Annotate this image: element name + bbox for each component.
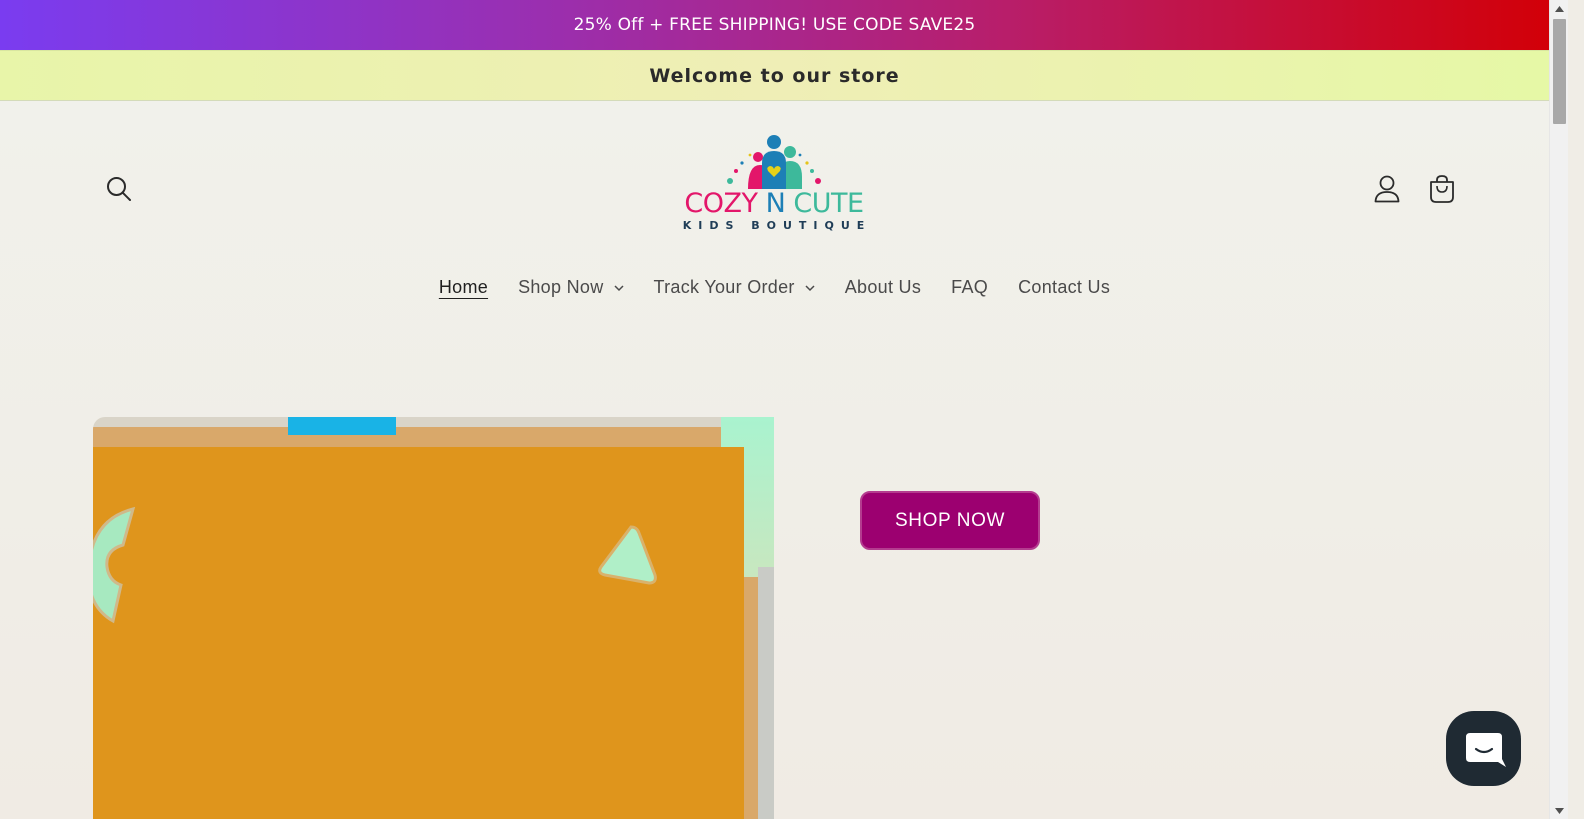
shopping-bag-icon xyxy=(1430,175,1454,203)
logo-subtitle: KIDS BOUTIQUE xyxy=(682,219,872,232)
nav-item-faq[interactable]: FAQ xyxy=(936,277,1003,298)
promo-bar[interactable]: 25% Off + FREE SHIPPING! USE CODE SAVE25 xyxy=(0,0,1549,50)
logo-title: COZY N CUTE xyxy=(672,189,876,219)
logo-title-cute: CUTE xyxy=(793,188,864,219)
hero-c-shape xyxy=(93,506,136,624)
nav-item-contact-us[interactable]: Contact Us xyxy=(1003,277,1125,298)
hero-image-blue-strip xyxy=(288,417,396,435)
family-logo-icon xyxy=(727,135,821,189)
chat-button[interactable] xyxy=(1446,711,1521,786)
cart-button[interactable] xyxy=(1427,173,1457,205)
hero-triangle-shape xyxy=(598,525,657,585)
logo-title-cozy: COZY xyxy=(684,188,758,219)
nav-item-label: FAQ xyxy=(951,277,989,297)
nav-item-shop-now[interactable]: Shop Now xyxy=(503,277,638,298)
triangle-down-icon xyxy=(1555,807,1564,814)
logo-title-n: N xyxy=(765,188,786,219)
announcement-text: Welcome to our store xyxy=(649,64,900,87)
scroll-down-arrow[interactable] xyxy=(1550,802,1569,819)
nav-item-label: Shop Now xyxy=(518,277,604,297)
triangle-up-icon xyxy=(1555,5,1564,12)
nav-item-track-order[interactable]: Track Your Order xyxy=(639,277,830,298)
nav-item-label: Contact Us xyxy=(1018,277,1111,297)
nav-item-about-us[interactable]: About Us xyxy=(830,277,936,298)
scrollbar-thumb[interactable] xyxy=(1553,19,1566,124)
account-button[interactable] xyxy=(1372,173,1402,205)
nav-item-label: Track Your Order xyxy=(653,277,795,297)
site-header: COZY N CUTE KIDS BOUTIQUE Home Shop Now … xyxy=(0,101,1549,341)
scroll-up-arrow[interactable] xyxy=(1550,0,1569,17)
nav-item-label: About Us xyxy=(844,277,922,297)
vertical-scrollbar[interactable] xyxy=(1549,0,1568,819)
announcement-bar: Welcome to our store xyxy=(0,50,1549,101)
hero-image xyxy=(93,417,774,819)
shop-now-button[interactable]: SHOP NOW xyxy=(860,491,1040,550)
main-nav: Home Shop Now Track Your Order About Us … xyxy=(0,277,1549,298)
hero-image-edge xyxy=(758,567,774,819)
page: 25% Off + FREE SHIPPING! USE CODE SAVE25… xyxy=(0,0,1549,819)
chevron-down-icon xyxy=(805,284,815,291)
search-button[interactable] xyxy=(104,174,134,204)
user-icon xyxy=(1374,175,1400,203)
nav-item-label: Home xyxy=(438,277,489,297)
hero-image-orange-panel xyxy=(93,447,744,819)
promo-text: 25% Off + FREE SHIPPING! USE CODE SAVE25 xyxy=(573,15,976,35)
search-icon xyxy=(107,177,131,201)
store-logo[interactable]: COZY N CUTE KIDS BOUTIQUE xyxy=(672,133,876,245)
shop-now-label: SHOP NOW xyxy=(894,509,1005,531)
chat-bubble-icon xyxy=(1465,732,1506,767)
nav-item-home[interactable]: Home xyxy=(424,277,503,298)
chevron-down-icon xyxy=(613,284,624,291)
